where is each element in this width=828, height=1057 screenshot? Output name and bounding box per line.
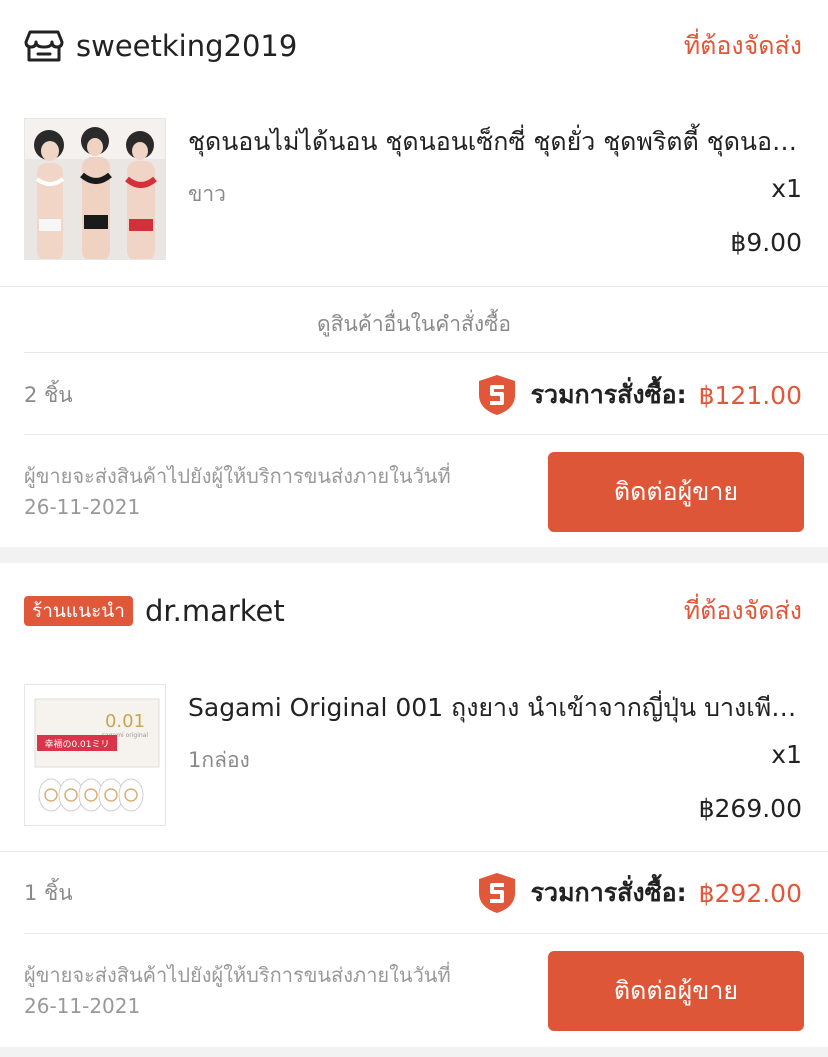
box-band-text: 幸福の0.01ミリ (44, 738, 109, 750)
order-card: ร้านแนะนำ dr.market ที่ต้องจัดส่ง 0.01 s… (0, 563, 828, 1047)
divider (0, 851, 828, 852)
shipping-note-text: ผู้ขายจะส่งสินค้าไปยังผู้ให้บริการขนส่งภ… (24, 963, 451, 987)
product-thumbnail: 0.01 sagami original 幸福の0.01ミリ (24, 684, 166, 826)
divider (24, 933, 828, 934)
recommended-shop-badge: ร้านแนะนำ (24, 596, 133, 626)
product-title: ชุดนอนไม่ได้นอน ชุดนอนเซ็กซี่ ชุดยั่ว ชุ… (188, 127, 802, 156)
order-total-row: 1 ชิ้น รวมการสั่งซื้อ: ฿292.00 (24, 853, 802, 933)
order-total-label: รวมการสั่งซื้อ: (530, 878, 687, 907)
product-variant: ขาว (188, 182, 226, 206)
shipping-row: ผู้ขายจะส่งสินค้าไปยังผู้ให้บริการขนส่งภ… (24, 951, 804, 1031)
shipping-row: ผู้ขายจะส่งสินค้าไปยังผู้ให้บริการขนส่งภ… (24, 452, 804, 532)
shop-name: sweetking2019 (76, 29, 298, 63)
contact-seller-button[interactable]: ติดต่อผู้ขาย (548, 452, 804, 532)
order-item[interactable]: 0.01 sagami original 幸福の0.01ミリ Sagami Or… (24, 684, 802, 826)
order-total-amount: ฿121.00 (698, 380, 802, 410)
divider (0, 286, 828, 287)
order-total-amount: ฿292.00 (698, 878, 802, 908)
product-quantity: x1 (771, 174, 802, 203)
product-thumbnail (24, 118, 166, 260)
shipping-date: 26-11-2021 (24, 495, 141, 519)
order-status: ที่ต้องจัดส่ง (683, 31, 802, 60)
shipping-note-text: ผู้ขายจะส่งสินค้าไปยังผู้ให้บริการขนส่งภ… (24, 464, 451, 488)
divider (24, 352, 828, 353)
product-quantity: x1 (771, 740, 802, 769)
shipping-date: 26-11-2021 (24, 994, 141, 1018)
contact-seller-button[interactable]: ติดต่อผู้ขาย (548, 951, 804, 1031)
item-count: 2 ชิ้น (24, 382, 73, 407)
shop-header[interactable]: sweetking2019 ที่ต้องจัดส่ง (24, 16, 802, 76)
product-variant: 1กล่อง (188, 748, 250, 772)
shop-header[interactable]: ร้านแนะนำ dr.market ที่ต้องจัดส่ง (24, 581, 802, 641)
order-total-row: 2 ชิ้น รวมการสั่งซื้อ: ฿121.00 (24, 355, 802, 435)
box-size-text: 0.01 (105, 711, 145, 732)
shield-icon (478, 375, 515, 415)
order-total-label: รวมการสั่งซื้อ: (530, 380, 687, 409)
product-price: ฿9.00 (730, 228, 802, 257)
view-more-items-link[interactable]: ดูสินค้าอื่นในคำสั่งซื้อ (0, 308, 828, 341)
order-card: sweetking2019 ที่ต้องจัดส่ง ชุดนอนไม่ได้… (0, 0, 828, 547)
order-item[interactable]: ชุดนอนไม่ได้นอน ชุดนอนเซ็กซี่ ชุดยั่ว ชุ… (24, 118, 802, 260)
shield-icon (478, 873, 515, 913)
store-icon (24, 30, 64, 62)
item-count: 1 ชิ้น (24, 880, 73, 905)
product-title: Sagami Original 001 ถุงยาง นำเข้าจากญี่ป… (188, 693, 802, 722)
product-price: ฿269.00 (698, 794, 802, 823)
shipping-note: ผู้ขายจะส่งสินค้าไปยังผู้ให้บริการขนส่งภ… (24, 461, 524, 523)
shop-name: dr.market (144, 594, 285, 628)
shipping-note: ผู้ขายจะส่งสินค้าไปยังผู้ให้บริการขนส่งภ… (24, 960, 524, 1022)
order-status: ที่ต้องจัดส่ง (683, 596, 802, 625)
divider (24, 434, 828, 435)
